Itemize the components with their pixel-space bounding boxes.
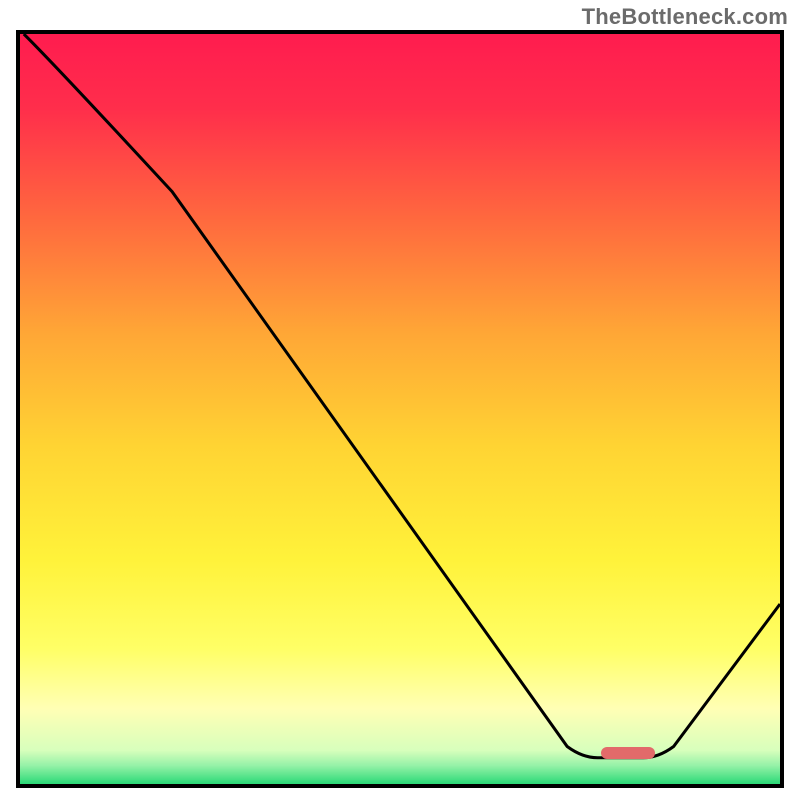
optimal-marker — [601, 747, 654, 759]
plot-frame — [16, 30, 784, 788]
line-curve — [20, 34, 780, 784]
chart-container: TheBottleneck.com — [0, 0, 800, 800]
watermark-label: TheBottleneck.com — [582, 4, 788, 30]
curve-path — [24, 34, 780, 758]
